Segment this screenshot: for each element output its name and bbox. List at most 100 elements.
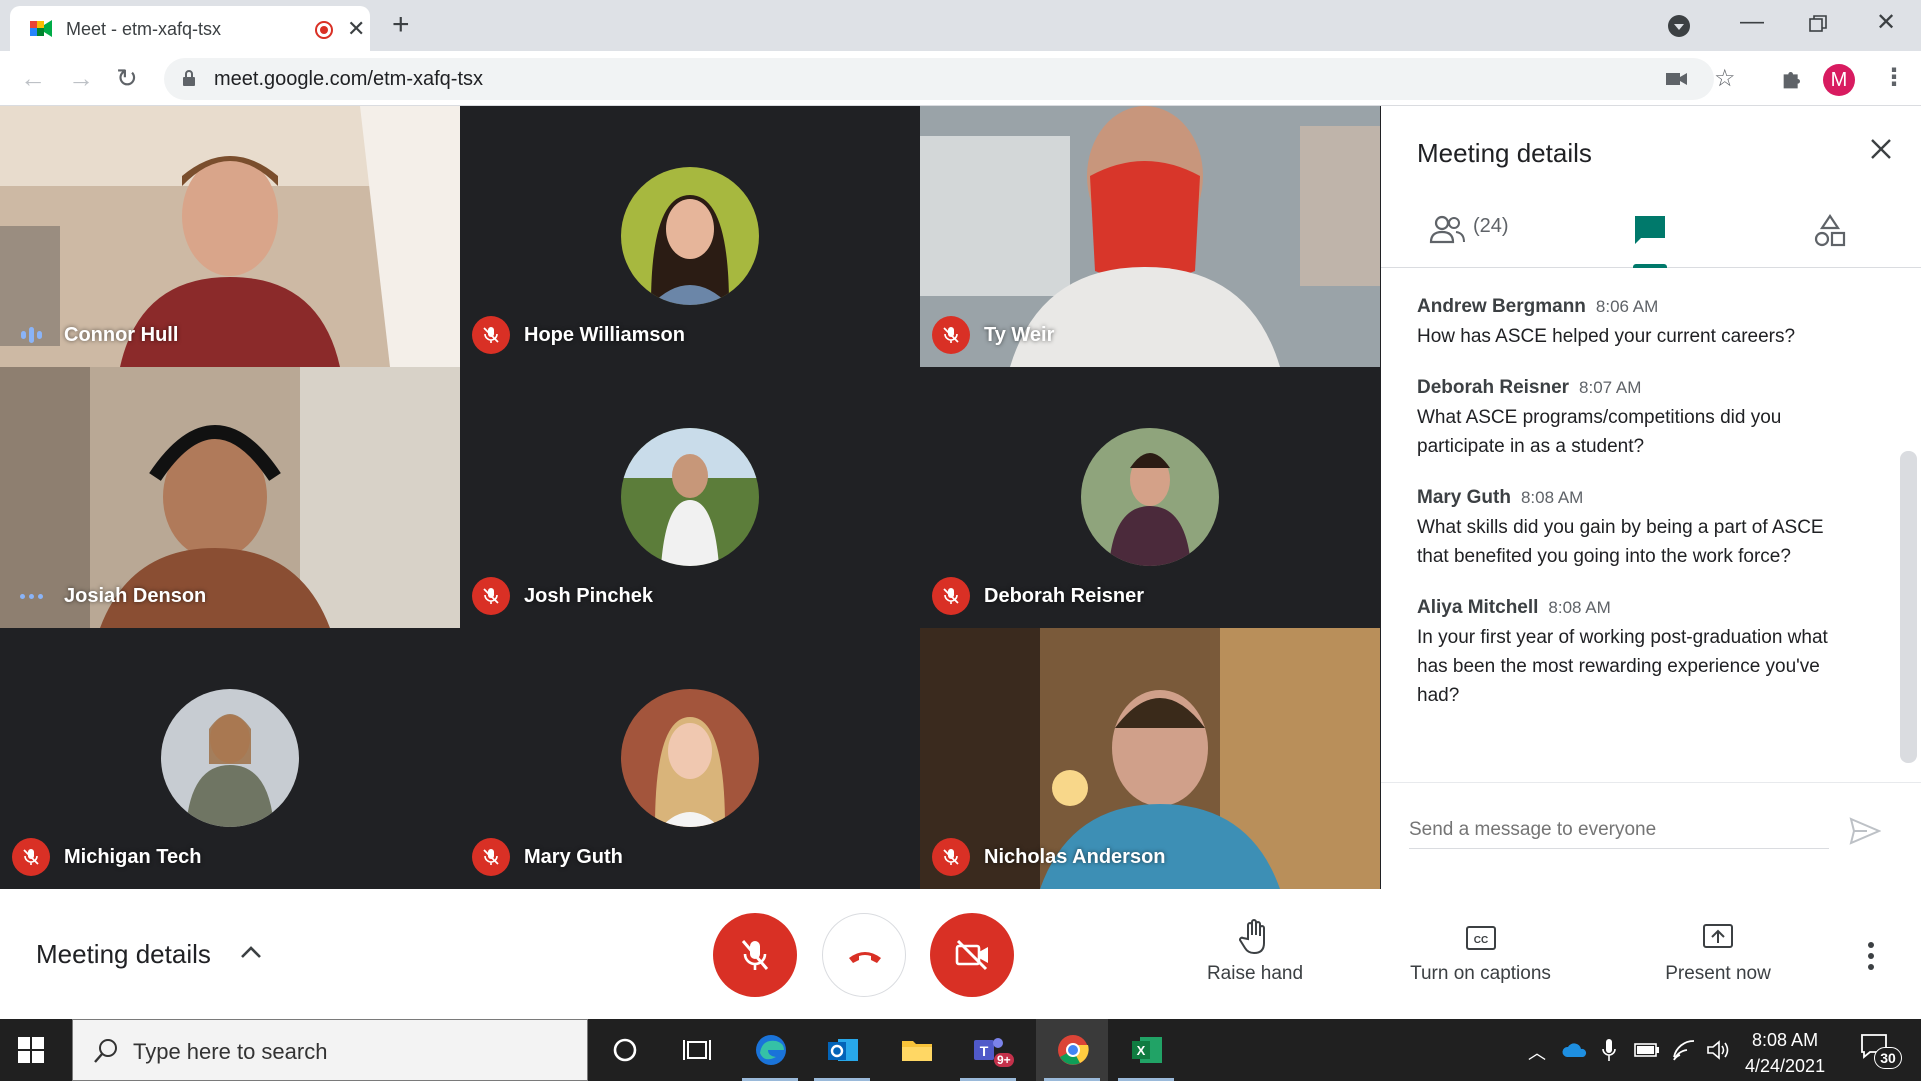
svg-text:T: T xyxy=(980,1043,989,1059)
wifi-icon[interactable] xyxy=(1672,1039,1696,1061)
windows-start-icon[interactable] xyxy=(18,1037,44,1063)
participant-tile[interactable]: Ty Weir xyxy=(920,106,1380,367)
participant-name: Ty Weir xyxy=(984,323,1055,346)
clock-time: 8:08 AM xyxy=(1752,1030,1819,1050)
minimize-window-icon[interactable]: — xyxy=(1740,8,1764,36)
chrome-taskbar-app[interactable] xyxy=(1036,1019,1108,1081)
meeting-details-button[interactable]: Meeting details xyxy=(36,939,211,970)
onedrive-cloud-icon[interactable] xyxy=(1562,1041,1588,1059)
mic-off-icon xyxy=(932,577,970,615)
participant-tile[interactable]: Hope Williamson xyxy=(460,106,920,367)
mic-off-icon xyxy=(932,838,970,876)
chat-message: Deborah Reisner 8:07 AM What ASCE program… xyxy=(1417,377,1857,461)
file-explorer-taskbar-app[interactable] xyxy=(880,1019,952,1081)
volume-icon[interactable] xyxy=(1706,1039,1730,1061)
microphone-toggle-button[interactable] xyxy=(713,913,797,997)
message-text: In your first year of working post-gradu… xyxy=(1417,627,1828,706)
new-tab-icon[interactable]: + xyxy=(392,8,410,42)
cortana-button[interactable] xyxy=(588,1019,660,1081)
participant-tile[interactable]: Connor Hull xyxy=(0,106,460,367)
chat-message: Aliya Mitchell 8:08 AM In your first year… xyxy=(1417,597,1857,710)
participant-namebar: Josh Pinchek xyxy=(472,577,653,615)
bookmark-star-icon[interactable]: ☆ xyxy=(1714,64,1736,93)
participant-namebar: Connor Hull xyxy=(12,317,178,353)
camera-toggle-button[interactable] xyxy=(930,913,1014,997)
camera-off-icon xyxy=(955,939,988,971)
microphone-tray-icon[interactable] xyxy=(1602,1037,1616,1063)
system-clock[interactable]: 8:08 AM 4/24/2021 xyxy=(1745,1027,1825,1079)
forward-arrow-icon[interactable]: → xyxy=(68,63,94,94)
taskbar-search-box[interactable]: Type here to search xyxy=(72,1019,588,1081)
participant-tile[interactable]: Nicholas Anderson xyxy=(920,628,1380,889)
search-placeholder: Type here to search xyxy=(133,1039,328,1064)
tab-close-icon[interactable]: ✕ xyxy=(347,16,365,42)
browser-tab-strip: Meet - etm-xafq-tsx ✕ + — ✕ xyxy=(0,0,1921,51)
participant-name: Josiah Denson xyxy=(64,584,207,607)
participant-tile[interactable]: Deborah Reisner xyxy=(920,367,1380,628)
edge-taskbar-app[interactable] xyxy=(734,1019,806,1081)
back-arrow-icon[interactable]: ← xyxy=(20,63,46,94)
notification-count: 30 xyxy=(1874,1047,1902,1069)
lock-icon xyxy=(183,70,195,86)
browser-menu-icon[interactable]: ⋮ xyxy=(1882,63,1906,92)
teams-taskbar-app[interactable]: T 9+ xyxy=(952,1019,1024,1081)
profile-avatar[interactable]: M xyxy=(1823,64,1855,96)
participant-avatar xyxy=(621,689,759,827)
captions-button[interactable]: CC Turn on captions xyxy=(1398,919,1563,985)
tab-activities[interactable] xyxy=(1813,196,1847,268)
tab-people[interactable]: (24) xyxy=(1429,196,1549,268)
show-hidden-icons-icon[interactable]: ︿ xyxy=(1528,1039,1546,1065)
reload-icon[interactable]: ↻ xyxy=(116,63,138,94)
extensions-puzzle-icon[interactable] xyxy=(1779,65,1807,93)
participant-namebar: Michigan Tech xyxy=(12,838,201,876)
present-screen-icon xyxy=(1703,924,1733,948)
chat-composer xyxy=(1381,782,1921,889)
participant-tile[interactable]: Josiah Denson xyxy=(0,367,460,628)
raise-hand-button[interactable]: Raise hand xyxy=(1200,919,1310,985)
message-sender: Mary Guth xyxy=(1417,487,1511,508)
participant-tile[interactable]: Josh Pinchek xyxy=(460,367,920,628)
chevron-up-icon[interactable] xyxy=(240,945,262,959)
participant-tile[interactable]: Mary Guth xyxy=(460,628,920,889)
camera-in-use-icon[interactable] xyxy=(1666,70,1688,88)
tab-chat[interactable] xyxy=(1633,196,1667,268)
participant-avatar xyxy=(621,428,759,566)
action-center-button[interactable]: 30 xyxy=(1860,1033,1902,1069)
activities-shapes-icon xyxy=(1814,214,1846,247)
excel-taskbar-app[interactable]: X xyxy=(1110,1019,1182,1081)
present-now-button[interactable]: Present now xyxy=(1656,919,1780,985)
chat-scrollbar[interactable] xyxy=(1900,451,1917,763)
captions-label: Turn on captions xyxy=(1410,963,1551,984)
url-text: meet.google.com/etm-xafq-tsx xyxy=(214,68,483,90)
send-icon[interactable] xyxy=(1849,817,1881,845)
panel-tabs: (24) xyxy=(1381,196,1921,268)
address-bar[interactable]: meet.google.com/etm-xafq-tsx ☆ xyxy=(164,58,1736,100)
participant-tile[interactable]: Michigan Tech xyxy=(0,628,460,889)
more-options-icon[interactable] xyxy=(1866,941,1876,971)
browser-tab-meet[interactable]: Meet - etm-xafq-tsx ✕ xyxy=(10,6,370,51)
excel-icon: X xyxy=(1132,1037,1162,1063)
close-panel-icon[interactable] xyxy=(1866,134,1896,164)
mic-off-icon xyxy=(741,940,769,970)
participant-namebar: Ty Weir xyxy=(932,316,1055,354)
speaking-indicator-icon xyxy=(12,316,50,354)
chat-message-input[interactable] xyxy=(1409,811,1829,849)
outlook-taskbar-app[interactable] xyxy=(806,1019,878,1081)
restore-window-icon[interactable] xyxy=(1808,14,1828,34)
participant-avatar xyxy=(1081,428,1219,566)
battery-icon[interactable] xyxy=(1634,1043,1660,1057)
message-time: 8:07 AM xyxy=(1579,378,1642,397)
people-count: (24) xyxy=(1473,215,1509,237)
chat-messages: Andrew Bergmann 8:06 AM How has ASCE help… xyxy=(1417,296,1857,736)
chrome-browser-icon xyxy=(1058,1035,1089,1065)
participant-name: Deborah Reisner xyxy=(984,584,1145,607)
raise-hand-icon xyxy=(1239,919,1265,955)
participant-namebar: Mary Guth xyxy=(472,838,623,876)
leave-call-button[interactable] xyxy=(822,913,906,997)
recording-indicator-icon xyxy=(315,21,333,39)
close-window-icon[interactable]: ✕ xyxy=(1876,8,1896,37)
tab-search-icon[interactable] xyxy=(1667,14,1691,38)
task-view-button[interactable] xyxy=(660,1019,732,1081)
mic-off-icon xyxy=(472,838,510,876)
chat-message: Mary Guth 8:08 AM What skills did you gai… xyxy=(1417,487,1857,571)
